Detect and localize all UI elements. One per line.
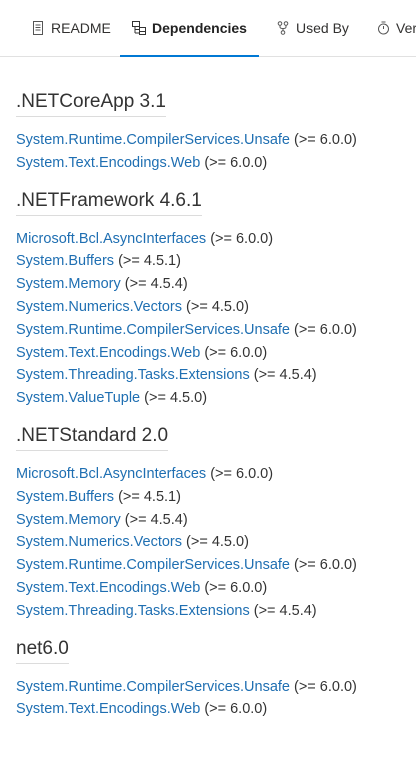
dependency-groups: .NETCoreApp 3.1 System.Runtime.CompilerSe… xyxy=(16,90,416,735)
dependency-link[interactable]: System.ValueTuple xyxy=(16,390,140,406)
dependency-version: (>= 6.0.0) xyxy=(294,132,357,148)
tab-readme[interactable]: README xyxy=(31,0,111,56)
dependency-version: (>= 4.5.1) xyxy=(118,488,181,505)
dependency-item: Microsoft.Bcl.AsyncInterfaces (>= 6.0.0) xyxy=(16,463,416,486)
framework-heading: .NETStandard 2.0 xyxy=(16,424,169,451)
tab-dependencies[interactable]: Dependencies xyxy=(120,0,259,57)
page: README Dependencies Used By Ver .NETCore… xyxy=(0,0,416,760)
dependency-item: System.Runtime.CompilerServices.Unsafe (… xyxy=(16,554,416,577)
dependency-version: (>= 4.5.1) xyxy=(118,253,181,270)
dependency-version: (>= 6.0.0) xyxy=(204,344,268,361)
dependency-link[interactable]: System.Numerics.Vectors xyxy=(16,299,182,315)
framework-group: net6.0 System.Runtime.CompilerServices.Un… xyxy=(16,637,416,722)
dependency-item: System.Runtime.CompilerServices.Unsafe (… xyxy=(16,319,416,342)
dependency-version: (>= 6.0.0) xyxy=(294,557,357,574)
dependency-link[interactable]: System.Memory xyxy=(16,512,121,528)
dependency-version: (>= 4.5.0) xyxy=(144,390,208,407)
document-icon xyxy=(31,21,45,35)
dependencies-icon xyxy=(132,21,147,35)
framework-heading: .NETCoreApp 3.1 xyxy=(16,90,166,117)
dependency-version: (>= 6.0.0) xyxy=(294,678,357,695)
dependency-version: (>= 6.0.0) xyxy=(204,701,268,718)
dependency-version: (>= 6.0.0) xyxy=(204,154,268,171)
dependency-item: System.Text.Encodings.Web (>= 6.0.0) xyxy=(16,152,416,175)
tab-readme-label: README xyxy=(51,20,111,36)
dependency-link[interactable]: System.Runtime.CompilerServices.Unsafe xyxy=(16,557,290,573)
framework-heading: .NETFramework 4.6.1 xyxy=(16,189,202,216)
dependency-item: Microsoft.Bcl.AsyncInterfaces (>= 6.0.0) xyxy=(16,228,416,251)
dependency-item: System.Buffers (>= 4.5.1) xyxy=(16,250,416,273)
dependency-link[interactable]: System.Runtime.CompilerServices.Unsafe xyxy=(16,679,290,695)
dependency-version: (>= 4.5.0) xyxy=(186,534,249,551)
dependency-item: System.Runtime.CompilerServices.Unsafe (… xyxy=(16,676,416,699)
dependency-link[interactable]: System.Text.Encodings.Web xyxy=(16,580,200,596)
branch-icon xyxy=(276,21,290,35)
dependency-link[interactable]: System.Threading.Tasks.Extensions xyxy=(16,603,250,619)
dependency-link[interactable]: System.Runtime.CompilerServices.Unsafe xyxy=(16,132,290,148)
dependency-link[interactable]: System.Text.Encodings.Web xyxy=(16,701,200,717)
tab-versions-label: Versions xyxy=(396,20,416,36)
dependency-version: (>= 6.0.0) xyxy=(294,321,357,338)
dependency-link[interactable]: System.Threading.Tasks.Extensions xyxy=(16,367,250,383)
dependency-version: (>= 4.5.4) xyxy=(253,367,317,384)
tab-used-by-label: Used By xyxy=(296,20,349,36)
dependency-link[interactable]: System.Text.Encodings.Web xyxy=(16,155,200,171)
dependency-version: (>= 4.5.4) xyxy=(124,511,188,528)
dependency-link[interactable]: Microsoft.Bcl.AsyncInterfaces xyxy=(16,231,206,247)
dependency-item: System.Threading.Tasks.Extensions (>= 4.… xyxy=(16,600,416,623)
dependency-version: (>= 6.0.0) xyxy=(210,465,274,482)
framework-heading: net6.0 xyxy=(16,637,69,664)
dependency-version: (>= 4.5.4) xyxy=(124,276,188,293)
dependency-item: System.ValueTuple (>= 4.5.0) xyxy=(16,387,416,410)
tab-dependencies-label: Dependencies xyxy=(152,20,247,36)
tab-versions[interactable]: Versions xyxy=(376,0,416,56)
dependency-version: (>= 6.0.0) xyxy=(204,579,268,596)
dependency-link[interactable]: System.Numerics.Vectors xyxy=(16,534,182,550)
dependency-version: (>= 4.5.4) xyxy=(253,602,317,619)
dependency-link[interactable]: System.Buffers xyxy=(16,489,114,505)
stopwatch-icon xyxy=(376,21,390,35)
dependency-item: System.Numerics.Vectors (>= 4.5.0) xyxy=(16,296,416,319)
dependency-item: System.Memory (>= 4.5.4) xyxy=(16,509,416,532)
dependency-version: (>= 4.5.0) xyxy=(186,298,249,315)
dependency-version: (>= 6.0.0) xyxy=(210,230,274,247)
dependency-item: System.Numerics.Vectors (>= 4.5.0) xyxy=(16,531,416,554)
dependency-item: System.Runtime.CompilerServices.Unsafe (… xyxy=(16,129,416,152)
dependency-item: System.Threading.Tasks.Extensions (>= 4.… xyxy=(16,364,416,387)
dependency-link[interactable]: System.Buffers xyxy=(16,253,114,269)
dependency-item: System.Text.Encodings.Web (>= 6.0.0) xyxy=(16,698,416,721)
dependency-item: System.Text.Encodings.Web (>= 6.0.0) xyxy=(16,577,416,600)
dependency-link[interactable]: System.Runtime.CompilerServices.Unsafe xyxy=(16,322,290,338)
framework-group: .NETCoreApp 3.1 System.Runtime.CompilerSe… xyxy=(16,90,416,175)
tab-used-by[interactable]: Used By xyxy=(276,0,349,56)
tab-bar: README Dependencies Used By Ver xyxy=(0,0,416,57)
dependency-link[interactable]: System.Text.Encodings.Web xyxy=(16,345,200,361)
dependency-item: System.Memory (>= 4.5.4) xyxy=(16,273,416,296)
dependency-link[interactable]: Microsoft.Bcl.AsyncInterfaces xyxy=(16,466,206,482)
framework-group: .NETStandard 2.0 Microsoft.Bcl.AsyncInter… xyxy=(16,424,416,623)
framework-group: .NETFramework 4.6.1 Microsoft.Bcl.AsyncIn… xyxy=(16,189,416,410)
dependency-item: System.Text.Encodings.Web (>= 6.0.0) xyxy=(16,342,416,365)
dependency-item: System.Buffers (>= 4.5.1) xyxy=(16,486,416,509)
dependency-link[interactable]: System.Memory xyxy=(16,276,121,292)
